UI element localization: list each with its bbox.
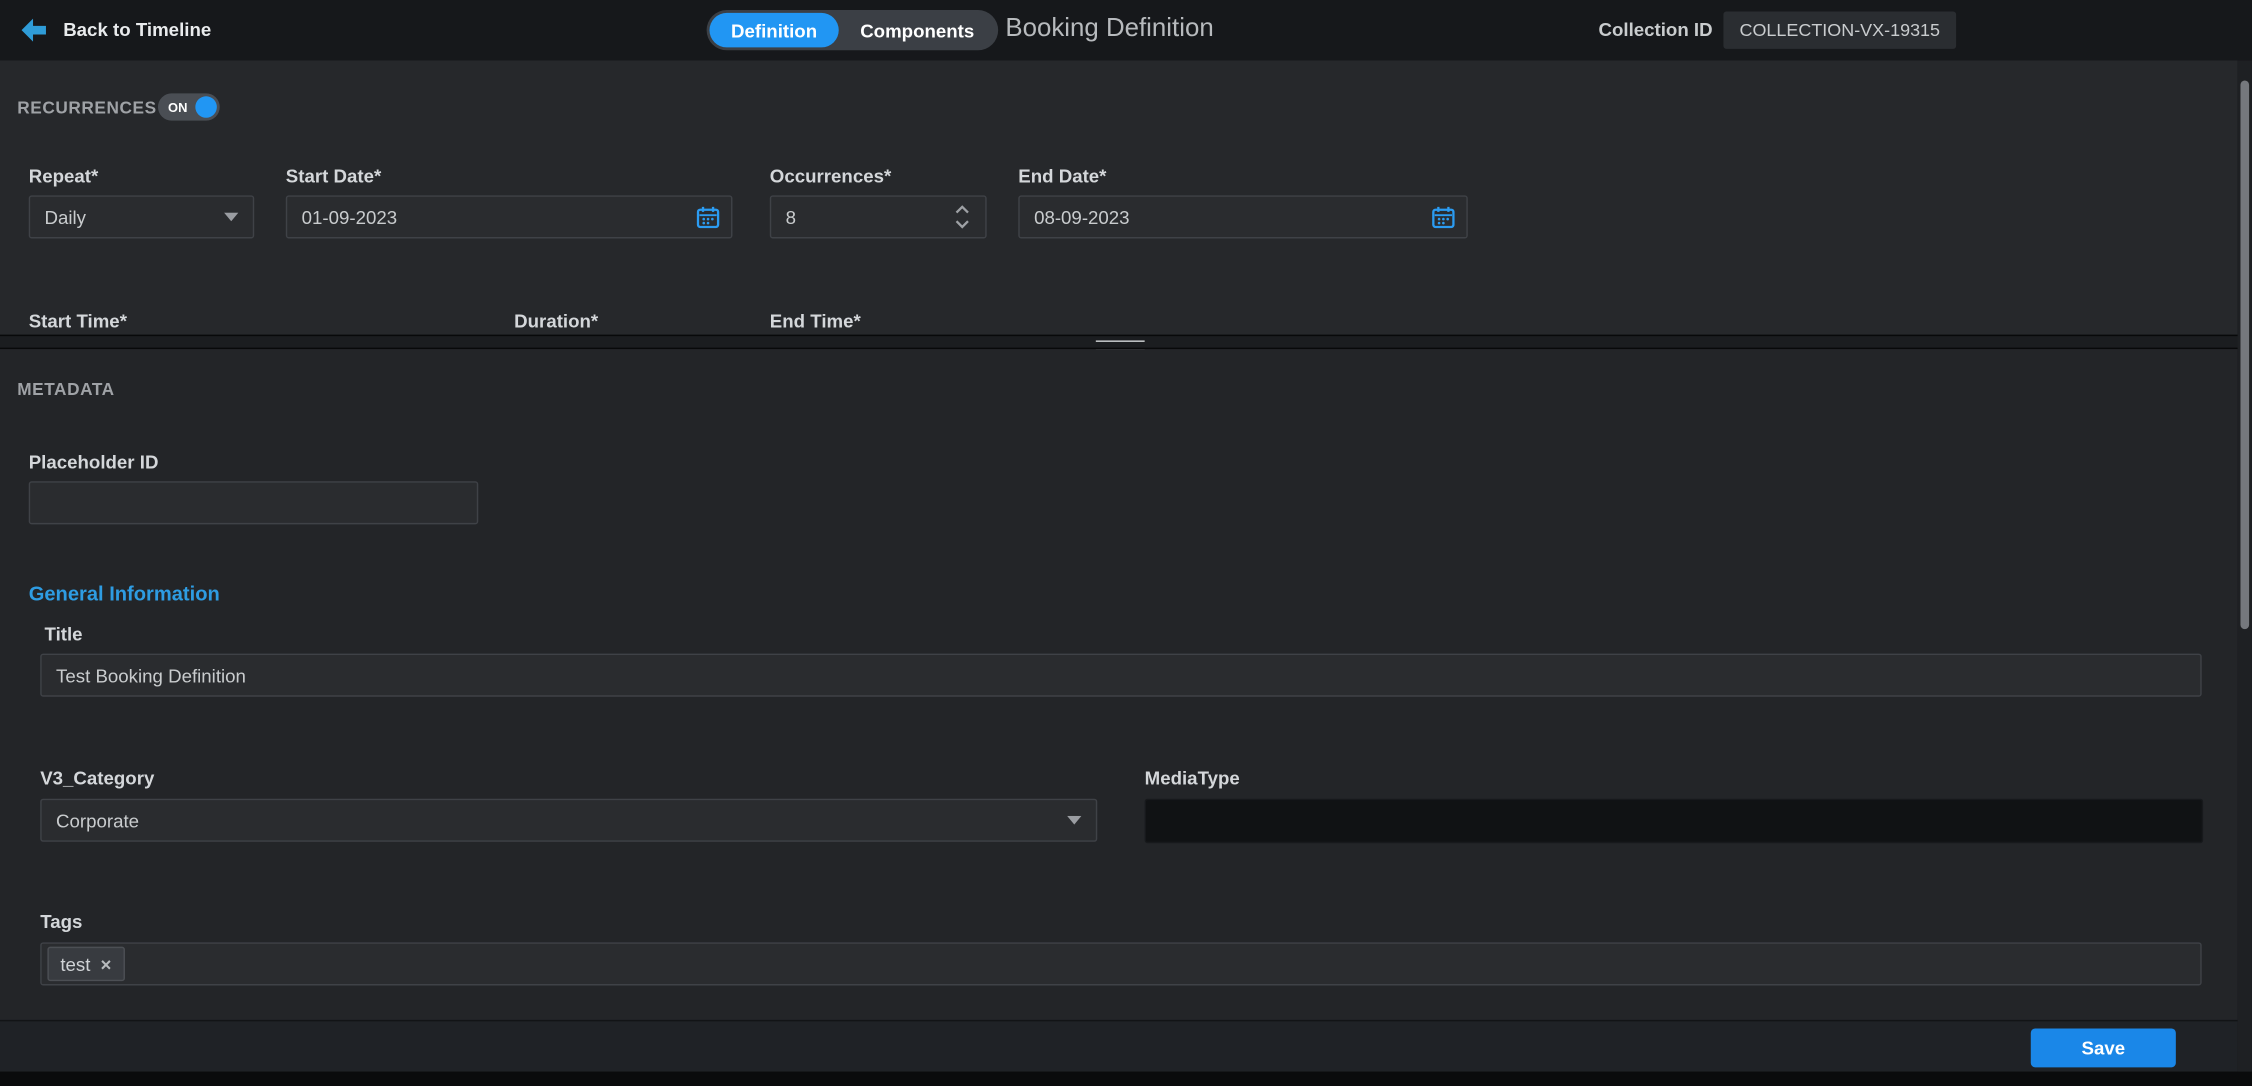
page-title: Booking Definition bbox=[1005, 13, 1213, 43]
placeholder-id-label: Placeholder ID bbox=[29, 451, 159, 473]
repeat-select[interactable]: Daily bbox=[29, 195, 254, 238]
repeat-select-value: Daily bbox=[45, 206, 87, 228]
start-date-label: Start Date* bbox=[286, 165, 381, 187]
collection-id-value: COLLECTION-VX-19315 bbox=[1723, 11, 1956, 48]
chevron-down-icon bbox=[224, 213, 238, 222]
end-date-label: End Date* bbox=[1018, 165, 1106, 187]
calendar-icon[interactable] bbox=[697, 205, 720, 228]
duration-label: Duration* bbox=[514, 310, 598, 332]
general-information-heading: General Information bbox=[29, 582, 220, 605]
repeat-label: Repeat* bbox=[29, 165, 99, 187]
v3-category-label: V3_Category bbox=[40, 767, 154, 789]
vertical-scrollbar[interactable] bbox=[2238, 60, 2252, 1086]
tag-remove-icon[interactable]: × bbox=[100, 955, 111, 974]
start-time-label: Start Time* bbox=[29, 310, 127, 332]
toggle-state-label: ON bbox=[168, 101, 187, 115]
back-arrow-icon[interactable] bbox=[20, 17, 49, 43]
number-stepper-icon[interactable] bbox=[954, 204, 971, 230]
tags-label: Tags bbox=[40, 911, 82, 933]
save-button[interactable]: Save bbox=[2031, 1029, 2176, 1068]
scrollbar-thumb[interactable] bbox=[2240, 80, 2249, 629]
app-window: Back to Timeline Definition Components B… bbox=[0, 0, 2252, 1086]
footer-action-bar: Save bbox=[0, 1020, 2238, 1072]
end-time-label: End Time* bbox=[770, 310, 861, 332]
calendar-icon[interactable] bbox=[1432, 205, 1455, 228]
placeholder-id-input[interactable] bbox=[29, 481, 479, 524]
tab-definition[interactable]: Definition bbox=[709, 13, 838, 47]
toggle-knob bbox=[195, 96, 217, 118]
occurrences-label: Occurrences* bbox=[770, 165, 891, 187]
recurrences-toggle[interactable]: ON bbox=[158, 93, 220, 120]
title-input[interactable] bbox=[40, 654, 2201, 697]
view-tabs: Definition Components bbox=[707, 10, 999, 50]
media-type-input[interactable] bbox=[1145, 799, 2203, 844]
recurrences-pane: RECURRENCES ON Repeat* Start Date* Occur… bbox=[0, 60, 2238, 334]
v3-category-select[interactable]: Corporate bbox=[40, 799, 1097, 842]
tab-components[interactable]: Components bbox=[839, 13, 996, 47]
recurrences-section-label: RECURRENCES bbox=[17, 98, 156, 118]
back-to-timeline-link[interactable]: Back to Timeline bbox=[63, 19, 211, 41]
tags-input[interactable]: test × bbox=[40, 942, 2201, 985]
metadata-pane: METADATA Placeholder ID General Informat… bbox=[0, 349, 2238, 1072]
v3-category-select-value: Corporate bbox=[56, 809, 139, 831]
pane-splitter[interactable] bbox=[0, 335, 2252, 349]
bottom-edge bbox=[0, 1072, 2252, 1086]
tag-chip: test × bbox=[47, 947, 124, 981]
metadata-section-label: METADATA bbox=[17, 379, 114, 399]
end-date-input[interactable] bbox=[1018, 195, 1468, 238]
start-date-input[interactable] bbox=[286, 195, 733, 238]
media-type-label: MediaType bbox=[1145, 767, 1240, 789]
title-label: Title bbox=[45, 623, 83, 645]
top-header-bar: Back to Timeline Definition Components B… bbox=[0, 0, 2252, 62]
tag-chip-text: test bbox=[60, 953, 90, 975]
collection-id-label: Collection ID bbox=[1598, 19, 1712, 41]
chevron-down-icon bbox=[1067, 816, 1081, 825]
